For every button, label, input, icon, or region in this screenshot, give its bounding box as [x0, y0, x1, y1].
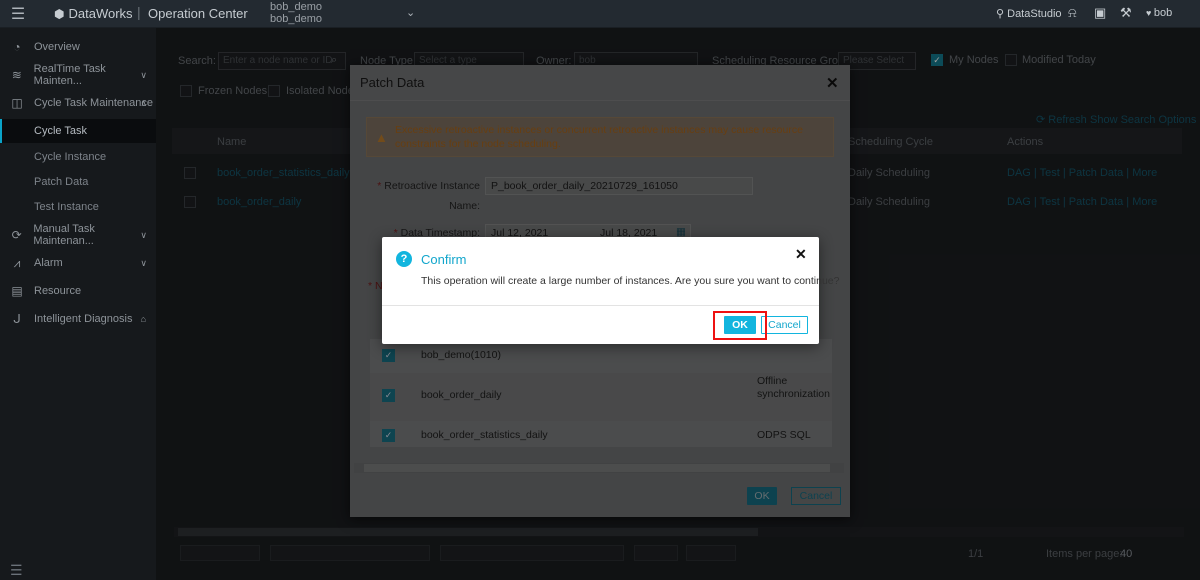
sidebar-item-label: RealTime Task Mainten... [33, 63, 106, 87]
diagnosis-icon: ᒍ [13, 312, 21, 326]
sidebar-sub-cycle-instance[interactable]: Cycle Instance [0, 145, 156, 169]
brand-name: DataWorks [68, 6, 133, 21]
sidebar-item-label: Manual Task Maintenan... [33, 223, 95, 247]
workspace-display-name: bob_demo [270, 13, 322, 25]
sidebar-item-alarm[interactable]: ⩘ Alarm ∨ [0, 250, 156, 276]
sidebar-item-label: Overview [34, 41, 80, 53]
dataworks-logo-icon: ⬢ [54, 6, 65, 21]
chevron-down-icon: ∨ [140, 229, 147, 240]
title-separator: | [137, 4, 141, 20]
workspace-selector[interactable]: bob_demo bob_demo [270, 1, 322, 25]
help-icon[interactable]: ▣ [1094, 5, 1106, 21]
realtime-icon: ≋ [11, 68, 22, 82]
sidebar-item-realtime[interactable]: ≋ RealTime Task Mainten... ∨ [0, 62, 156, 88]
sidebar-sub-cycle-task[interactable]: Cycle Task [0, 119, 156, 143]
link-icon: ⚲ [996, 8, 1005, 20]
sidebar-sub-test-instance[interactable]: Test Instance [0, 195, 156, 219]
sidebar-item-cycle-task-maintenance[interactable]: ◫ Cycle Task Maintenance ∧ [0, 90, 156, 116]
sidebar-item-manual-task[interactable]: ⟳ Manual Task Maintenan... ∨ [0, 222, 156, 248]
sidebar-sub-patch-data[interactable]: Patch Data [0, 170, 156, 194]
pie-chart-icon: ◔ [13, 40, 21, 54]
highlight-box [713, 311, 767, 340]
chevron-down-icon: ∨ [140, 69, 147, 80]
cancel-button[interactable]: Cancel [761, 316, 808, 334]
datastudio-label: DataStudio [1007, 8, 1062, 20]
close-icon[interactable]: ✕ [795, 246, 807, 263]
chevron-down-icon[interactable]: ⌄ [406, 6, 415, 19]
question-icon: ? [396, 251, 412, 267]
sidebar-item-label: Cycle Task Maintenance [34, 97, 154, 109]
alarm-icon: ⩘ [13, 255, 21, 270]
user-name: bob [1153, 7, 1173, 19]
tools-icon[interactable]: ⚒ [1120, 5, 1132, 21]
collapse-menu-icon[interactable]: ☰ [10, 562, 23, 579]
resource-icon: ▤ [11, 284, 23, 298]
brand[interactable]: ⬢ DataWorks [54, 6, 133, 21]
app-title: Operation Center [148, 6, 248, 21]
sidebar-item-label: Intelligent Diagnosis [34, 313, 133, 325]
confirm-title: Confirm [421, 252, 467, 267]
user-icon: ♥ [1146, 8, 1154, 18]
top-bar: ☰ ⬢ DataWorks | Operation Center bob_dem… [0, 0, 1200, 28]
chevron-down-icon: ∨ [140, 257, 147, 268]
workspace-name: bob_demo [270, 1, 322, 13]
chevron-up-icon: ∧ [140, 97, 147, 108]
sidebar-item-label: Resource [34, 285, 82, 297]
sidebar-item-resource[interactable]: ▤ Resource [0, 278, 156, 304]
user-menu[interactable]: ♥ bob [1146, 7, 1178, 19]
manual-icon: ⟳ [11, 228, 22, 242]
cycle-icon: ◫ [11, 96, 23, 110]
sidebar-item-label: Alarm [34, 257, 63, 269]
sidebar-item-overview[interactable]: ◔ Overview [0, 34, 156, 60]
sidebar: ◔ Overview ≋ RealTime Task Mainten... ∨ … [0, 28, 156, 580]
menu-icon[interactable]: ☰ [0, 0, 36, 28]
divider [382, 305, 819, 306]
confirm-message: This operation will create a large numbe… [421, 275, 840, 287]
sidebar-item-intelligent-diagnosis[interactable]: ᒍ Intelligent Diagnosis ⌂ [0, 306, 156, 332]
bell-icon[interactable]: ⍾ [1068, 5, 1077, 21]
datastudio-link[interactable]: ⚲ DataStudio [996, 7, 1062, 20]
lock-icon: ⌂ [140, 314, 146, 324]
